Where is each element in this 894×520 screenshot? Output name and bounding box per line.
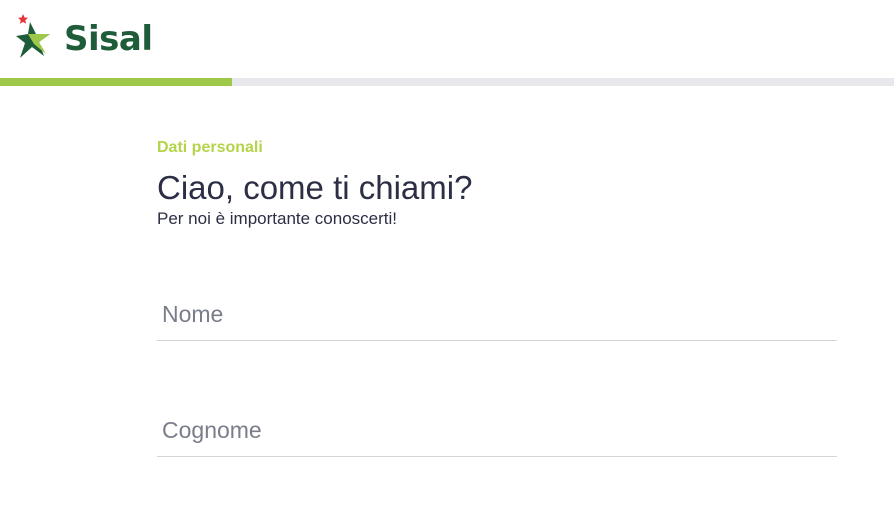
page-title: Ciao, come ti chiami? [157, 169, 473, 206]
registration-page: Sisal Dati personali Ciao, come ti chiam… [0, 0, 894, 520]
section-label: Dati personali [157, 139, 263, 156]
sisal-star-icon [16, 14, 50, 58]
last-name-input[interactable] [157, 406, 837, 454]
first-name-field [157, 290, 837, 341]
header: Sisal [0, 0, 894, 78]
progress-bar [0, 78, 894, 86]
progress-bar-fill [0, 78, 232, 86]
page-subtitle: Per noi è importante conoscerti! [157, 209, 398, 228]
last-name-field [157, 406, 837, 457]
sisal-logo[interactable]: Sisal [16, 14, 156, 62]
logo-text: Sisal [64, 19, 153, 59]
form-header: Dati personali Ciao, come ti chiami? Per… [157, 136, 837, 230]
first-name-input[interactable] [157, 290, 837, 338]
